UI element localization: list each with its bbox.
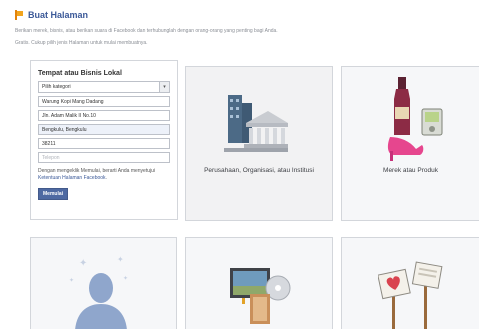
form-title: Tempat atau Bisnis Lokal (38, 70, 122, 77)
public-figure-icon: ✦ ✦ ✦ ✦ (69, 255, 128, 329)
svg-text:✦: ✦ (69, 277, 74, 284)
terms-end: . (105, 175, 107, 181)
start-button[interactable]: Memulai (38, 188, 69, 200)
category-select[interactable]: Pilih kategori ▾ (38, 81, 170, 93)
svg-text:✦: ✦ (123, 275, 128, 282)
cause-icon (378, 261, 443, 329)
category-select-value: Pilih kategori (42, 84, 71, 90)
tile-company-organization[interactable]: Perusahaan, Organisasi, atau Institusi (185, 66, 333, 221)
address-field[interactable]: Jln. Adam Malik II No.10 (38, 110, 170, 121)
local-business-tile: Tempat atau Bisnis Lokal Pilih kategori … (30, 60, 178, 220)
title-row: Buat Halaman (15, 6, 475, 24)
page-header: Buat Halaman Berikan merek, bisnis, atau… (15, 6, 475, 46)
phone-field[interactable]: Telepon (38, 152, 170, 163)
create-page-screen: Buat Halaman Berikan merek, bisnis, atau… (0, 0, 479, 329)
entertainment-icon (230, 268, 291, 324)
business-name-field[interactable]: Warung Kopi Mang Dadang (38, 96, 170, 107)
tile-brand-product[interactable]: Merek atau Produk (341, 66, 479, 221)
building-icon (224, 95, 288, 152)
tile-entertainment[interactable] (185, 237, 333, 329)
tile-label: Perusahaan, Organisasi, atau Institusi (204, 167, 314, 174)
tile-public-figure[interactable]: ✦ ✦ ✦ ✦ (30, 237, 177, 329)
terms-text: Dengan mengeklik Memulai, berarti Anda m… (38, 168, 170, 182)
page-note: Gratis. Cukup pilih jenis Halaman untuk … (15, 40, 148, 46)
local-business-form: Tempat atau Bisnis Lokal Pilih kategori … (38, 70, 170, 200)
svg-text:✦: ✦ (79, 258, 87, 269)
products-icon (387, 77, 443, 161)
svg-text:✦: ✦ (117, 255, 124, 264)
page-title: Buat Halaman (28, 10, 89, 20)
tile-label: Merek atau Produk (383, 167, 438, 174)
flag-icon (15, 10, 24, 20)
chevron-down-icon: ▾ (159, 82, 169, 92)
terms-prefix: Dengan mengeklik Memulai, berarti Anda m… (38, 168, 156, 174)
postal-code-field[interactable]: 38211 (38, 138, 170, 149)
city-field[interactable]: Bengkulu, Bengkulu (38, 124, 170, 135)
page-description: Berikan merek, bisnis, atau berikan suar… (15, 28, 278, 34)
terms-link[interactable]: Ketentuan Halaman Facebook (38, 175, 106, 181)
tile-cause-community[interactable] (341, 237, 479, 329)
